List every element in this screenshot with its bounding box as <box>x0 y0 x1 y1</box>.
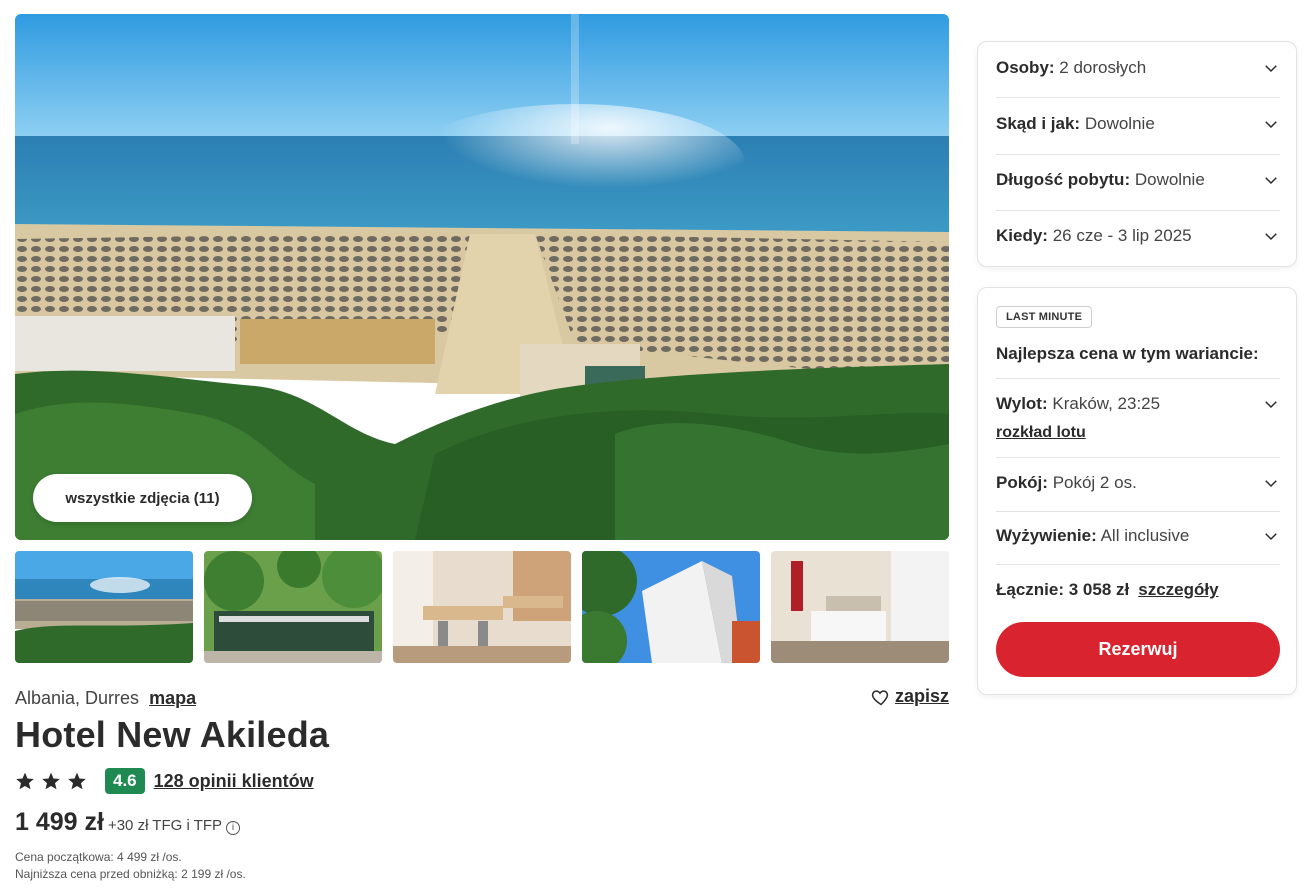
chevron-down-icon <box>1265 401 1277 409</box>
best-price-heading: Najlepsza cena w tym wariancie: <box>996 344 1259 363</box>
length-key: Długość pobytu: <box>996 170 1131 189</box>
thumbnail-room[interactable] <box>771 551 949 663</box>
chevron-down-icon <box>1265 233 1277 241</box>
total-price-value: Łącznie: 3 058 zł <box>996 580 1130 599</box>
divider <box>996 457 1280 458</box>
total-price: Łącznie: 3 058 zł szczegóły <box>996 580 1219 600</box>
chevron-down-icon <box>1265 533 1277 541</box>
all-photos-button[interactable]: wszystkie zdjęcia (11) <box>33 474 252 522</box>
room-value: Pokój 2 os. <box>1052 473 1137 492</box>
flight-value: Kraków, 23:25 <box>1052 394 1161 413</box>
thumbnail-beach[interactable] <box>15 551 193 663</box>
flight-selector[interactable]: Wylot: Kraków, 23:25 <box>996 394 1280 414</box>
when-value: 26 cze - 3 lip 2025 <box>1052 226 1192 245</box>
save-button[interactable]: zapisz <box>871 686 949 707</box>
price-row: 1 499 zł +30 zł TFG i TFP i <box>15 808 241 837</box>
heart-icon <box>871 689 889 705</box>
chevron-down-icon <box>1265 121 1277 129</box>
thumbnail-strip <box>15 551 949 663</box>
room-thumbnail-image <box>771 551 949 663</box>
board-key: Wyżywienie: <box>996 526 1097 545</box>
stay-length-selector[interactable]: Długość pobytu: Dowolnie <box>996 170 1280 190</box>
info-icon[interactable]: i <box>226 821 241 835</box>
star-icon <box>42 772 60 790</box>
rating-score-badge: 4.6 <box>105 768 145 794</box>
star-icon <box>68 772 86 790</box>
divider <box>996 511 1280 512</box>
divider <box>996 97 1280 98</box>
persons-key: Osoby: <box>996 58 1055 77</box>
room-selector[interactable]: Pokój: Pokój 2 os. <box>996 473 1280 493</box>
length-value: Dowolnie <box>1134 170 1205 189</box>
divider <box>996 378 1280 379</box>
search-options-card: Osoby: 2 dorosłych Skąd i jak: Dowolnie … <box>977 41 1297 267</box>
rating-row: 4.6 128 opinii klientów <box>15 767 314 795</box>
divider <box>996 564 1280 565</box>
from-value: Dowolnie <box>1084 114 1155 133</box>
lowest-price-note: Najniższa cena przed obniżką: 2 199 zł /… <box>15 867 246 881</box>
thumbnail-entrance[interactable] <box>204 551 382 663</box>
star-icon <box>16 772 34 790</box>
board-selector[interactable]: Wyżywienie: All inclusive <box>996 526 1280 546</box>
location-row: Albania, Durres mapa zapisz <box>15 686 949 710</box>
beach-photo <box>15 14 949 540</box>
price-details-link[interactable]: szczegóły <box>1138 580 1218 600</box>
reviews-link[interactable]: 128 opinii klientów <box>154 771 314 792</box>
main-photo[interactable]: wszystkie zdjęcia (11) <box>15 14 949 540</box>
persons-selector[interactable]: Osoby: 2 dorosłych <box>996 58 1280 78</box>
price-per-person: 1 499 zł <box>15 808 104 836</box>
flight-key: Wylot: <box>996 394 1048 413</box>
last-minute-badge: LAST MINUTE <box>996 306 1093 328</box>
beach-thumbnail-image <box>15 551 193 663</box>
divider <box>996 154 1280 155</box>
board-value: All inclusive <box>1100 526 1190 545</box>
flight-schedule-link[interactable]: rozkład lotu <box>996 424 1086 442</box>
thumbnail-restaurant[interactable] <box>393 551 571 663</box>
offer-card: LAST MINUTE Najlepsza cena w tym warianc… <box>977 287 1297 695</box>
restaurant-thumbnail-image <box>393 551 571 663</box>
thumbnail-building[interactable] <box>582 551 760 663</box>
map-link[interactable]: mapa <box>149 688 196 709</box>
departure-selector[interactable]: Skąd i jak: Dowolnie <box>996 114 1280 134</box>
from-key: Skąd i jak: <box>996 114 1081 133</box>
date-selector[interactable]: Kiedy: 26 cze - 3 lip 2025 <box>996 226 1280 246</box>
save-label: zapisz <box>894 686 949 706</box>
when-key: Kiedy: <box>996 226 1048 245</box>
hotel-title: Hotel New Akileda <box>15 714 330 755</box>
book-button[interactable]: Rezerwuj <box>996 622 1280 677</box>
chevron-down-icon <box>1265 480 1277 488</box>
divider <box>996 210 1280 211</box>
starting-price-note: Cena początkowa: 4 499 zł /os. <box>15 850 182 864</box>
persons-value: 2 dorosłych <box>1059 58 1147 77</box>
chevron-down-icon <box>1265 65 1277 73</box>
hotel-stars <box>15 771 87 791</box>
building-thumbnail-image <box>582 551 760 663</box>
price-extra-fees: +30 zł TFG i TFP <box>107 817 223 834</box>
chevron-down-icon <box>1265 177 1277 185</box>
entrance-thumbnail-image <box>204 551 382 663</box>
hotel-location: Albania, Durres <box>15 687 140 708</box>
room-key: Pokój: <box>996 473 1048 492</box>
